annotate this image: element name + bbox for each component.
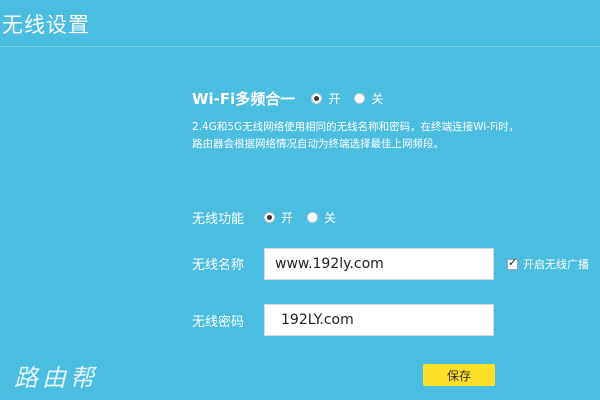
broadcast-label[interactable]: 开启无线广播 xyxy=(523,256,589,272)
wireless-function-radio-group: 开 关 xyxy=(264,209,350,226)
watermark-text: 路由帮 xyxy=(14,364,98,392)
multiband-on-label[interactable]: 开 xyxy=(328,90,340,107)
multiband-radio-group: 开 关 xyxy=(311,90,397,107)
page-title: 无线设置 xyxy=(2,13,90,37)
wireless-off-radio[interactable] xyxy=(307,212,319,223)
multiband-row: Wi-Fi多频合一 开 关 xyxy=(192,88,397,109)
wireless-on-radio[interactable] xyxy=(264,212,275,223)
wireless-on-label[interactable]: 开 xyxy=(281,209,293,226)
ssid-label-row: 无线名称 xyxy=(192,254,264,273)
save-button[interactable]: 保存 xyxy=(423,364,495,386)
ssid-input[interactable] xyxy=(264,248,494,280)
password-input[interactable] xyxy=(264,304,494,336)
header-bar: 无线设置 xyxy=(0,0,600,47)
wireless-function-row: 无线功能 开 关 xyxy=(192,208,350,227)
ssid-label: 无线名称 xyxy=(192,258,245,273)
description-line-2: 路由器会根据网络情况自动为终端选择最佳上网频段。 xyxy=(192,138,444,150)
broadcast-checkbox[interactable] xyxy=(507,256,518,270)
multiband-on-radio[interactable] xyxy=(311,93,323,104)
multiband-off-radio[interactable] xyxy=(354,93,366,104)
multiband-description: 2.4G和5G无线网络使用相同的无线名称和密码，在终端连接Wi-Fi时， 路由器… xyxy=(192,119,592,153)
multiband-label: Wi-Fi多频合一 xyxy=(192,90,296,108)
description-line-1: 2.4G和5G无线网络使用相同的无线名称和密码，在终端连接Wi-Fi时， xyxy=(192,121,520,133)
wireless-off-label[interactable]: 关 xyxy=(324,209,336,226)
wireless-function-label: 无线功能 xyxy=(192,212,245,227)
multiband-off-label[interactable]: 关 xyxy=(371,90,383,107)
password-label: 无线密码 xyxy=(192,315,245,330)
password-label-row: 无线密码 xyxy=(192,311,264,330)
broadcast-row: 开启无线广播 xyxy=(507,256,589,272)
